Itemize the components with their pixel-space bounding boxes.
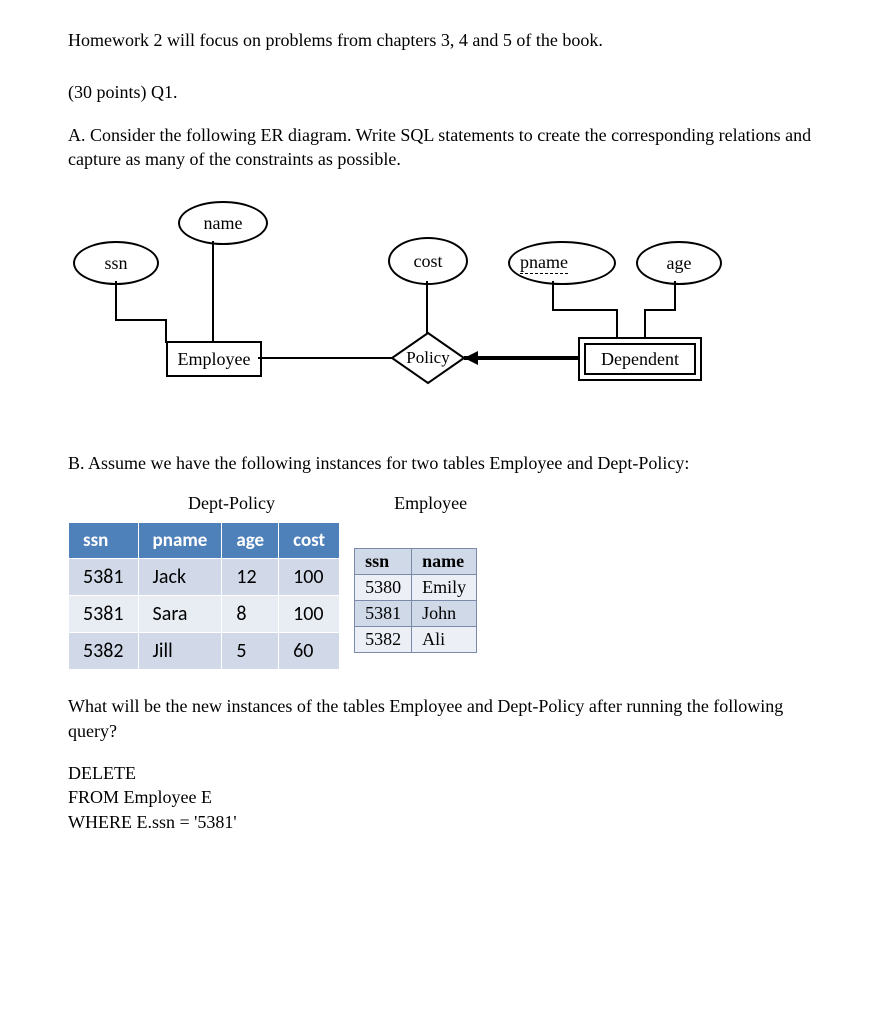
line-emp-policy [258,357,392,359]
line-age [674,281,676,311]
line-ssn3 [165,319,167,343]
line-name [212,241,214,341]
line-pname3 [616,309,618,339]
attr-pname: pname [508,241,616,285]
line-ssn2 [115,319,167,321]
tables-section: Dept-Policy ssn pname age cost 5381 Jack… [68,493,825,670]
employee-wrap: Employee ssn name 5380 Emily 5381 John 5… [354,493,477,653]
attr-ssn: ssn [73,241,159,285]
attr-age-label: age [667,253,692,274]
arrow-icon [464,351,478,365]
dept-policy-wrap: Dept-Policy ssn pname age cost 5381 Jack… [68,493,340,670]
line-ssn [115,281,117,321]
entity-dependent-label: Dependent [601,349,679,370]
er-diagram: ssn name cost pname age Employee Depende… [68,201,825,431]
line-pname [552,281,554,311]
table-header-row: ssn name [355,549,477,575]
table-row: 5382 Ali [355,627,477,653]
sql-line: WHERE E.ssn = '5381' [68,810,825,834]
col-cost: cost [279,523,340,559]
entity-dependent: Dependent [578,337,702,381]
line-age3 [644,309,646,339]
dept-policy-table: ssn pname age cost 5381 Jack 12 100 5381… [68,522,340,670]
col-ssn: ssn [355,549,412,575]
table-row: 5381 Jack 12 100 [69,559,340,596]
sql-line: FROM Employee E [68,785,825,809]
line-policy-dep [464,356,580,360]
col-name: name [412,549,477,575]
part-a-text: A. Consider the following ER diagram. Wr… [68,123,825,172]
col-ssn: ssn [69,523,139,559]
table-row: 5380 Emily [355,575,477,601]
attr-name-label: name [204,213,243,234]
sql-query: DELETE FROM Employee E WHERE E.ssn = '53… [68,761,825,834]
part-b-text: B. Assume we have the following instance… [68,451,825,475]
relationship-policy-label: Policy [406,348,449,368]
attr-name: name [178,201,268,245]
table-header-row: ssn pname age cost [69,523,340,559]
sql-line: DELETE [68,761,825,785]
question-header: (30 points) Q1. [68,80,825,104]
line-age2 [644,309,676,311]
table-row: 5382 Jill 5 60 [69,633,340,670]
intro-text: Homework 2 will focus on problems from c… [68,28,825,52]
entity-employee-label: Employee [178,349,251,370]
dept-policy-title: Dept-Policy [188,493,340,514]
table-row: 5381 John [355,601,477,627]
col-pname: pname [138,523,222,559]
table-row: 5381 Sara 8 100 [69,596,340,633]
line-pname2 [552,309,618,311]
relationship-policy: Policy [390,331,466,385]
entity-employee: Employee [166,341,262,377]
attr-ssn-label: ssn [104,253,127,274]
line-cost [426,281,428,333]
attr-cost-label: cost [414,251,443,272]
employee-title: Employee [394,493,477,514]
col-age: age [222,523,279,559]
attr-cost: cost [388,237,468,285]
attr-pname-label: pname [520,252,568,274]
question-text: What will be the new instances of the ta… [68,694,825,743]
employee-table: ssn name 5380 Emily 5381 John 5382 Ali [354,548,477,653]
attr-age: age [636,241,722,285]
